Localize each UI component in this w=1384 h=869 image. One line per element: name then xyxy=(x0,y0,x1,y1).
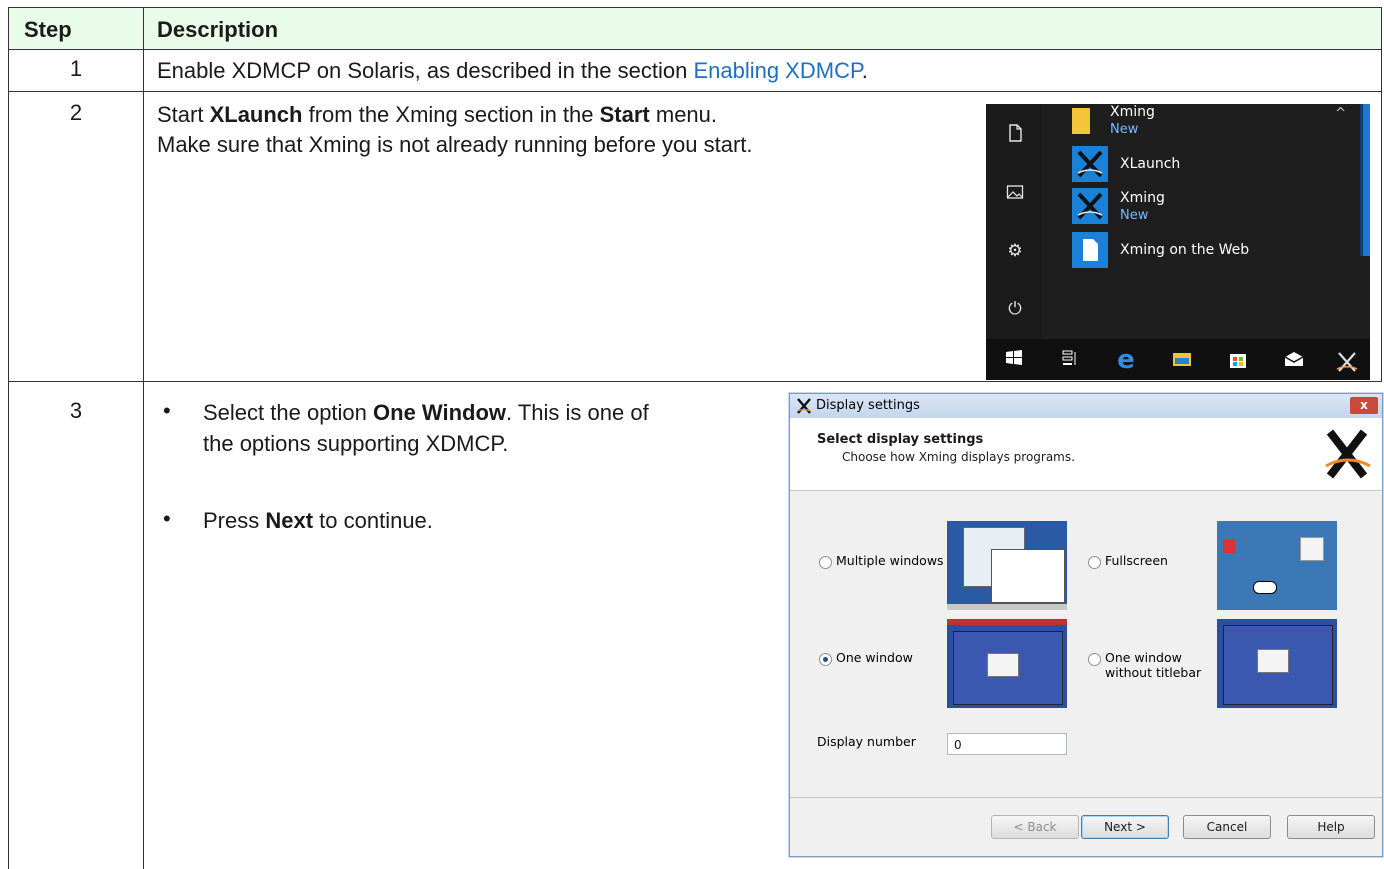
row1-text: Enable XDMCP on Solaris, as described in… xyxy=(157,58,694,83)
option-label-line: One window xyxy=(1105,650,1182,665)
taskbar: e xyxy=(986,339,1370,380)
close-button[interactable]: x xyxy=(1350,397,1378,414)
start-emphasis: Start xyxy=(599,102,650,127)
back-button[interactable]: < Back xyxy=(991,815,1079,839)
row3-bullet1-line1: Select the option One Window. This is on… xyxy=(203,398,649,428)
start-item-label: XLaunch xyxy=(1120,156,1181,172)
one-window-no-titlebar-label[interactable]: One window without titlebar xyxy=(1105,650,1201,680)
fullscreen-preview xyxy=(1217,521,1337,610)
table-border-left xyxy=(8,7,9,869)
option-label-line: without titlebar xyxy=(1105,665,1202,680)
header-description: Description xyxy=(157,17,279,42)
document-icon xyxy=(1072,232,1108,268)
one-window-label[interactable]: One window xyxy=(836,650,913,665)
table-border-right xyxy=(1381,7,1382,382)
one-window-no-titlebar-preview xyxy=(1217,619,1337,708)
dialog-title: Display settings xyxy=(816,398,920,413)
display-number-input[interactable]: 0 xyxy=(947,733,1067,755)
xming-icon xyxy=(1072,146,1108,182)
table-border-row1 xyxy=(8,91,1382,92)
xming-icon[interactable] xyxy=(1334,349,1358,372)
cancel-button[interactable]: Cancel xyxy=(1183,815,1271,839)
start-item-new-badge: New xyxy=(1120,208,1149,223)
dialog-subheading: Choose how Xming displays programs. xyxy=(842,450,1075,464)
multiple-windows-preview xyxy=(947,521,1067,610)
step-number: 2 xyxy=(69,100,83,125)
start-item-xming[interactable]: Xming New xyxy=(1064,188,1324,228)
xming-icon xyxy=(1072,188,1108,224)
row1-description: Enable XDMCP on Solaris, as described in… xyxy=(157,56,868,86)
row3-text: to continue. xyxy=(313,508,433,533)
one-window-preview xyxy=(947,619,1067,708)
dialog-heading: Select display settings xyxy=(817,432,984,447)
dialog-footer-divider xyxy=(790,797,1382,798)
step-number: 1 xyxy=(69,56,83,81)
bullet-icon: • xyxy=(163,398,171,423)
collapse-chevron-icon[interactable]: ^ xyxy=(1335,106,1346,121)
dialog-titlebar[interactable]: Display settings x xyxy=(790,394,1382,418)
fullscreen-label[interactable]: Fullscreen xyxy=(1105,553,1168,568)
pictures-icon[interactable] xyxy=(1004,184,1026,206)
power-icon[interactable]: ⏻ xyxy=(1004,298,1026,320)
start-menu-screenshot: ⚙ ⏻ ^ Xming New XLaunch Xming New Xming … xyxy=(986,104,1370,380)
table-border-middle xyxy=(143,7,144,869)
start-item-xming-on-the-web[interactable]: Xming on the Web xyxy=(1064,232,1324,272)
start-item-label: Xming on the Web xyxy=(1120,242,1250,258)
row2-text: Start xyxy=(157,102,210,127)
one-window-radio[interactable] xyxy=(819,653,832,666)
table-border-header xyxy=(8,49,1382,50)
one-window-emphasis: One Window xyxy=(373,400,507,425)
multiple-windows-label[interactable]: Multiple windows xyxy=(836,553,944,568)
help-button[interactable]: Help xyxy=(1287,815,1375,839)
xming-icon xyxy=(796,397,812,420)
start-item-label: Xming xyxy=(1120,190,1165,206)
document-icon[interactable] xyxy=(1004,124,1026,146)
header-step: Step xyxy=(24,17,72,42)
bullet-icon: • xyxy=(163,506,171,531)
row2-line2: Make sure that Xming is not already runn… xyxy=(157,132,753,157)
row3-text: Select the option xyxy=(203,400,374,425)
table-border-row2 xyxy=(8,381,1382,382)
multiple-windows-radio[interactable] xyxy=(819,556,832,569)
scrollbar-thumb[interactable] xyxy=(1363,104,1370,256)
table-border-top xyxy=(8,7,1382,8)
row2-text: from the Xming section in the xyxy=(302,102,600,127)
task-view-icon[interactable] xyxy=(1058,349,1082,371)
row2-line1: Start XLaunch from the Xming section in … xyxy=(157,100,717,130)
next-emphasis: Next xyxy=(265,508,314,533)
start-group-label: Xming xyxy=(1110,104,1155,120)
mail-icon[interactable] xyxy=(1282,349,1306,371)
start-group-xming[interactable]: Xming New xyxy=(1064,104,1324,144)
one-window-no-titlebar-radio[interactable] xyxy=(1088,653,1101,666)
xming-logo-icon xyxy=(1322,426,1374,482)
step-number: 3 xyxy=(69,398,83,423)
enabling-xdmcp-link[interactable]: Enabling XDMCP xyxy=(693,58,861,83)
row3-text: . This is one of xyxy=(506,400,649,425)
file-explorer-icon[interactable] xyxy=(1170,349,1194,371)
row3-text: Press xyxy=(203,508,266,533)
fullscreen-radio[interactable] xyxy=(1088,556,1101,569)
display-number-label: Display number xyxy=(817,734,916,749)
row1-period: . xyxy=(861,58,868,83)
settings-icon[interactable]: ⚙ xyxy=(1004,240,1026,262)
folder-icon xyxy=(1072,108,1090,134)
row3-bullet1-line2: the options supporting XDMCP. xyxy=(203,431,509,456)
dialog-header: Select display settings Choose how Xming… xyxy=(790,418,1382,491)
start-group-new-badge: New xyxy=(1110,122,1139,137)
windows-start-icon[interactable] xyxy=(1002,349,1026,371)
store-icon[interactable] xyxy=(1226,349,1250,371)
start-menu-scrollbar[interactable] xyxy=(1360,104,1370,256)
row3-bullet2: Press Next to continue. xyxy=(203,506,433,536)
xlaunch-emphasis: XLaunch xyxy=(209,102,303,127)
next-button[interactable]: Next > xyxy=(1081,815,1169,839)
edge-icon[interactable]: e xyxy=(1114,347,1138,373)
row2-text: menu. xyxy=(649,102,718,127)
start-item-xlaunch[interactable]: XLaunch xyxy=(1064,146,1324,186)
display-settings-dialog: Display settings x Select display settin… xyxy=(789,393,1383,857)
